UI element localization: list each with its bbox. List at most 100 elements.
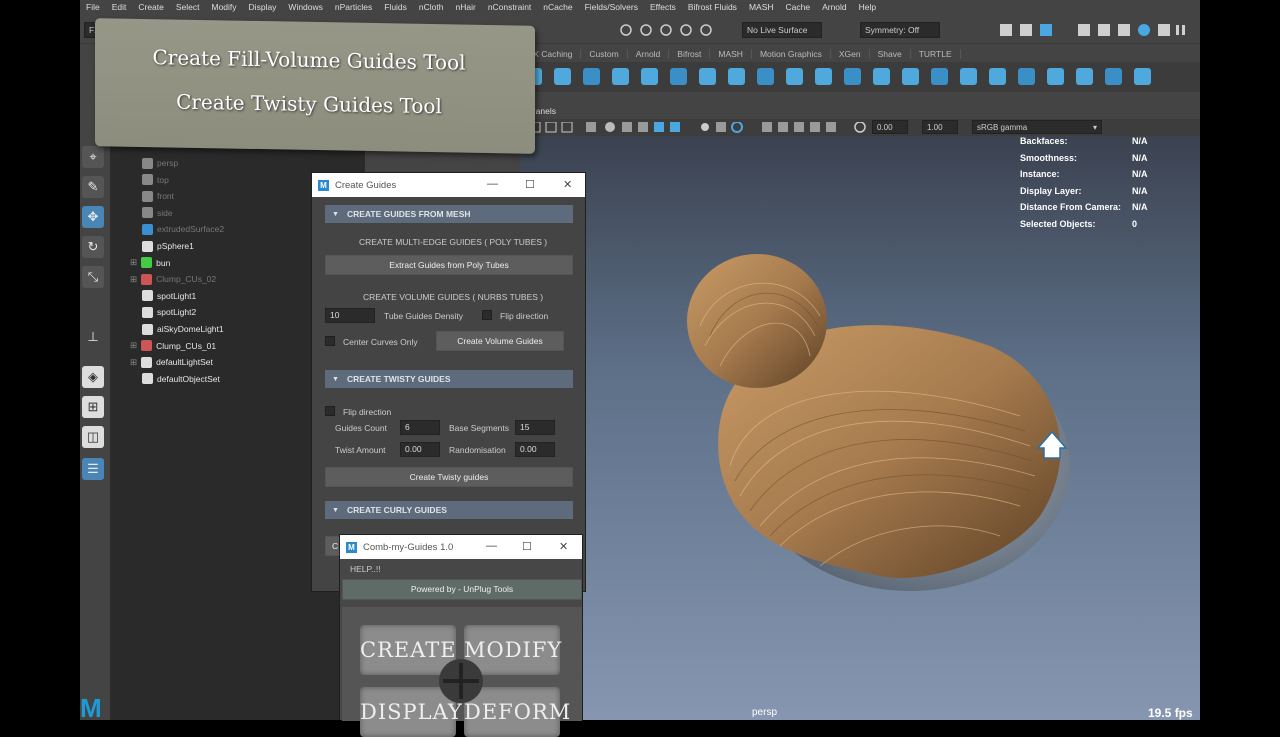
outliner-item[interactable]: spotLight1 [130,288,196,304]
section-curly-guides[interactable]: ▼ CREATE CURLY GUIDES [325,501,573,519]
create-mode-button[interactable]: CREATE [360,625,456,675]
lasso-tool-icon[interactable]: ⌖ [82,146,104,168]
outliner-item[interactable]: ⊞ Clump_CUs_02 [130,271,216,287]
guides-count-input[interactable]: 6 [400,420,440,435]
create-volume-guides-button[interactable]: Create Volume Guides [436,331,564,351]
twisty-flip-checkbox[interactable] [325,406,335,416]
shelf-tool-icon[interactable] [699,68,716,85]
scale-tool-icon[interactable]: ⤡ [82,266,104,288]
shelf-tool-icon[interactable] [902,68,919,85]
shelf-tool-icon[interactable] [815,68,832,85]
menu-select[interactable]: Select [170,2,206,12]
tube-density-input[interactable]: 10 [325,308,375,323]
shelf-tool-icon[interactable] [554,68,571,85]
single-pane-layout-icon[interactable]: ◈ [82,366,104,388]
shelf-tool-icon[interactable] [728,68,745,85]
rotate-tool-icon[interactable]: ↻ [82,236,104,258]
shelf-tab-xgen[interactable]: XGen [831,49,870,59]
minimize-icon[interactable]: — [486,540,497,552]
outliner-item[interactable]: pSphere1 [130,238,194,254]
shelf-tool-icon[interactable] [1134,68,1151,85]
menu-cache[interactable]: Cache [780,2,817,12]
shelf-tool-icon[interactable] [1105,68,1122,85]
menu-nparticles[interactable]: nParticles [329,2,378,12]
outliner-layout-icon[interactable]: ☰ [82,458,104,480]
expand-icon[interactable]: ⊞ [130,274,137,285]
shelf-tab-mash[interactable]: MASH [710,49,752,59]
menu-mash[interactable]: MASH [743,2,780,12]
shelf-tool-icon[interactable] [844,68,861,85]
outliner-item[interactable]: extrudedSurface2 [130,221,224,237]
outliner-item[interactable]: ⊞ bun [130,255,170,271]
shelf-tab-bifrost[interactable]: Bifrost [669,49,711,59]
outliner-item[interactable]: persp [130,155,178,171]
shelf-tab-custom[interactable]: Custom [581,49,628,59]
section-twisty-guides[interactable]: ▼ CREATE TWISTY GUIDES [325,370,573,388]
outliner-item[interactable]: spotLight2 [130,304,196,320]
randomisation-input[interactable]: 0.00 [515,442,555,457]
minimize-icon[interactable]: — [487,178,498,190]
colorspace-select[interactable]: sRGB gamma ▾ [972,120,1102,134]
shelf-tool-icon[interactable] [1076,68,1093,85]
outliner-item[interactable]: top [130,172,169,188]
menu-bifrost-fluids[interactable]: Bifrost Fluids [682,2,743,12]
close-icon[interactable]: ✕ [559,540,568,553]
show-manipulator-icon[interactable]: ⊥ [82,326,104,348]
two-pane-layout-icon[interactable]: ◫ [82,426,104,448]
menu-help[interactable]: Help [853,2,882,12]
menu-display[interactable]: Display [243,2,283,12]
maximize-icon[interactable]: ☐ [525,178,535,191]
shelf-tool-icon[interactable] [989,68,1006,85]
menu-file[interactable]: File [80,2,106,12]
close-icon[interactable]: ✕ [563,178,572,191]
menu-create[interactable]: Create [132,2,170,12]
help-link[interactable]: HELP..!! [350,564,381,574]
outliner-item[interactable]: aiSkyDomeLight1 [130,321,224,337]
center-curves-checkbox[interactable] [325,336,335,346]
menu-effects[interactable]: Effects [644,2,682,12]
shelf-tool-icon[interactable] [583,68,600,85]
viewport-tool-icons[interactable] [530,122,870,134]
shelf-tab-arnold[interactable]: Arnold [628,49,670,59]
shelf-tool-icon[interactable] [757,68,774,85]
menu-fluids[interactable]: Fluids [378,2,413,12]
shelf-tool-icon[interactable] [873,68,890,85]
menu-nhair[interactable]: nHair [450,2,482,12]
shelf-tool-icon[interactable] [1018,68,1035,85]
create-twisty-guides-button[interactable]: Create Twisty guides [325,467,573,487]
shelf-tool-icon[interactable] [641,68,658,85]
section-guides-from-mesh[interactable]: ▼ CREATE GUIDES FROM MESH [325,205,573,223]
expand-icon[interactable]: ⊞ [130,340,137,351]
menu-arnold[interactable]: Arnold [816,2,853,12]
shelf-tool-icon[interactable] [612,68,629,85]
maximize-icon[interactable]: ☐ [522,540,532,553]
expand-icon[interactable]: ⊞ [130,357,137,368]
exposure-field[interactable]: 0.00 [872,120,908,134]
flip-direction-checkbox[interactable] [482,310,492,320]
four-pane-layout-icon[interactable]: ⊞ [82,396,104,418]
outliner-item[interactable]: ⊞ defaultLightSet [130,354,213,370]
shelf-tool-icon[interactable] [786,68,803,85]
shelf-tab-turtle[interactable]: TURTLE [911,49,961,59]
live-surface-field[interactable]: No Live Surface [742,22,822,38]
display-mode-button[interactable]: DISPLAY [360,687,462,737]
shelf-tool-icon[interactable] [931,68,948,85]
render-icons[interactable] [1000,22,1190,38]
shelf-tool-icon[interactable] [670,68,687,85]
shelf-tab-shave[interactable]: Shave [870,49,911,59]
expand-icon[interactable]: ⊞ [130,257,137,268]
paint-select-icon[interactable]: ✎ [82,176,104,198]
move-tool-icon[interactable]: ✥ [82,206,104,228]
menu-ncloth[interactable]: nCloth [413,2,450,12]
symmetry-field[interactable]: Symmetry: Off [860,22,940,38]
menu-ncache[interactable]: nCache [537,2,578,12]
shelf-tool-icon[interactable] [960,68,977,85]
twist-amount-input[interactable]: 0.00 [400,442,440,457]
menu-fields-solvers[interactable]: Fields/Solvers [579,2,644,12]
menu-edit[interactable]: Edit [106,2,133,12]
outliner-item[interactable]: defaultObjectSet [130,371,220,387]
menu-windows[interactable]: Windows [282,2,328,12]
snap-icons[interactable] [620,23,730,37]
outliner-item[interactable]: front [130,188,174,204]
deform-mode-button[interactable]: DEFORM [464,687,570,737]
